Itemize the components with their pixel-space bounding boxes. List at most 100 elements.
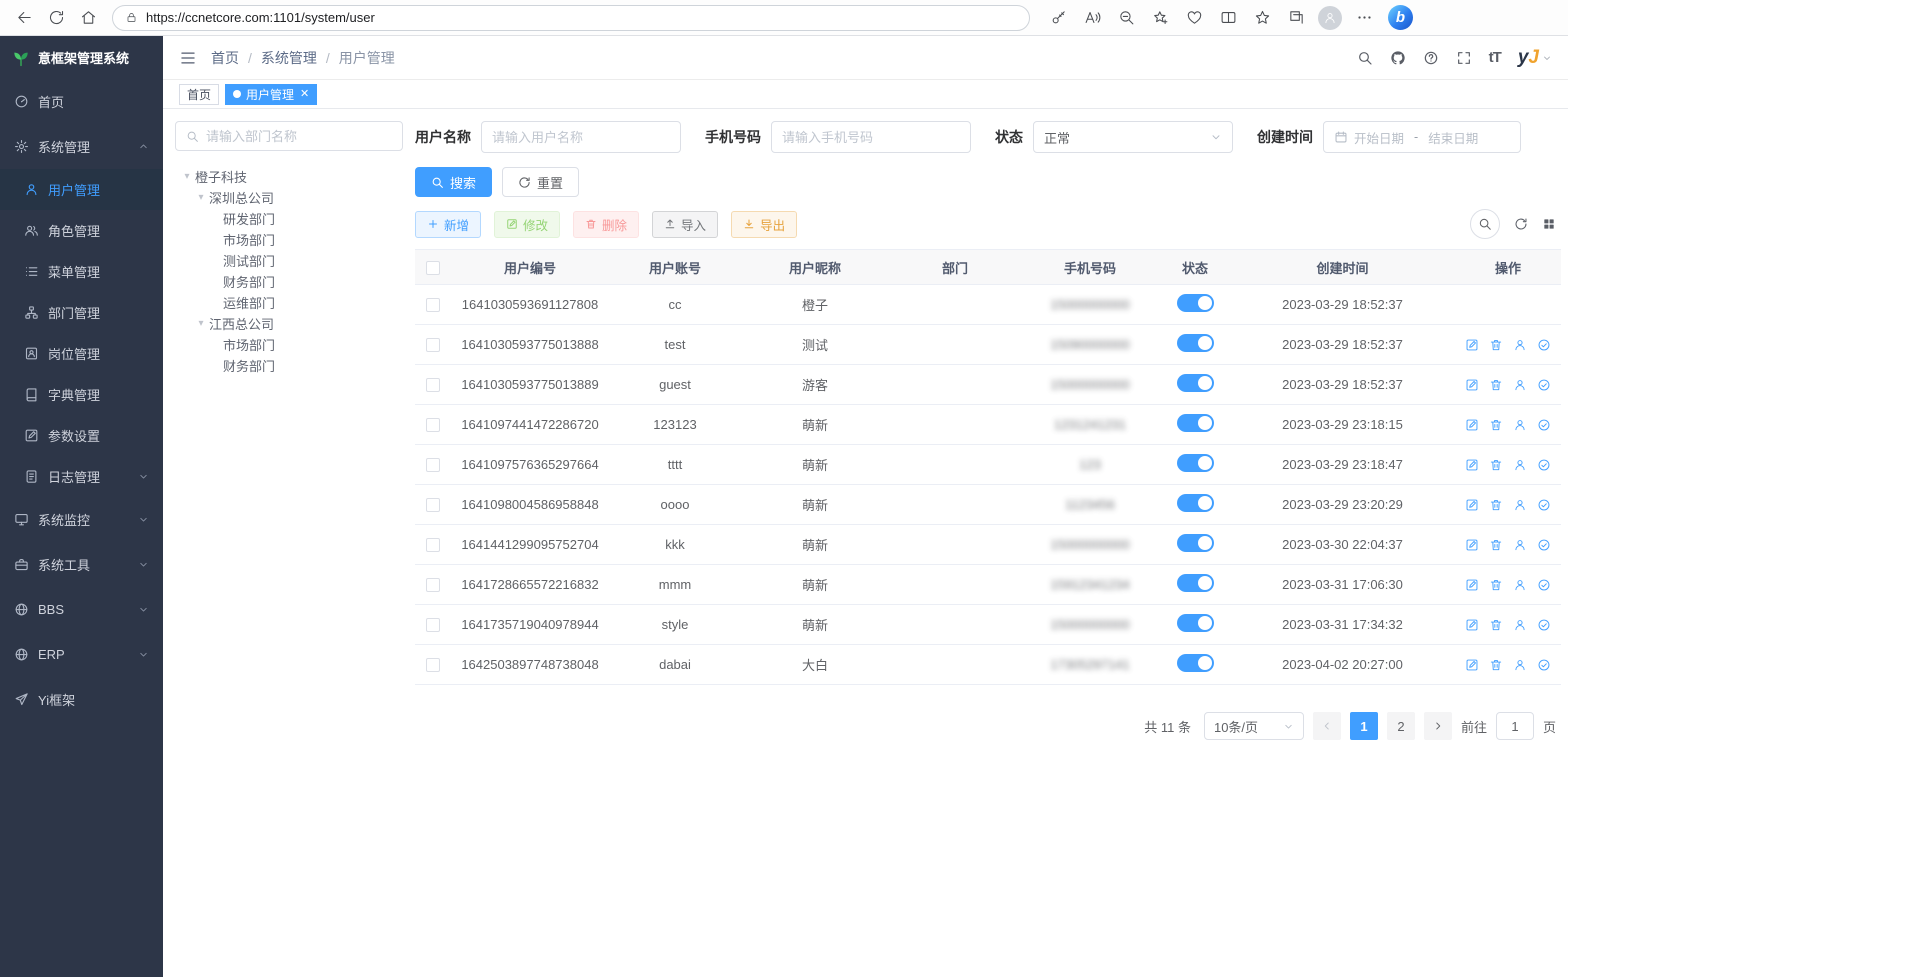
app-logo[interactable]: 意框架管理系统 — [0, 36, 163, 79]
row-reset-password-icon[interactable] — [1513, 538, 1527, 552]
home-button[interactable] — [72, 4, 104, 32]
select-all-checkbox[interactable] — [426, 261, 440, 275]
row-assign-role-icon[interactable] — [1537, 618, 1551, 632]
sidebar-item-home[interactable]: 首页 — [0, 79, 163, 124]
sidebar-item-log-mgmt[interactable]: 日志管理 — [0, 456, 163, 497]
status-toggle[interactable] — [1177, 334, 1214, 352]
row-edit-icon[interactable] — [1465, 338, 1479, 352]
row-checkbox[interactable] — [426, 618, 440, 632]
row-delete-icon[interactable] — [1489, 618, 1503, 632]
close-icon[interactable]: ✕ — [300, 89, 309, 100]
export-button[interactable]: 导出 — [731, 211, 797, 238]
tree-node[interactable]: 市场部门 — [175, 229, 403, 250]
row-assign-role-icon[interactable] — [1537, 378, 1551, 392]
breadcrumb-system-mgmt[interactable]: 系统管理 — [261, 48, 317, 68]
row-assign-role-icon[interactable] — [1537, 458, 1551, 472]
sidebar-item-system-mgmt[interactable]: 系统管理 — [0, 124, 163, 169]
profile-avatar[interactable] — [1318, 6, 1342, 30]
row-edit-icon[interactable] — [1465, 578, 1479, 592]
sidebar-item-system-tools[interactable]: 系统工具 — [0, 542, 163, 587]
row-edit-icon[interactable] — [1465, 418, 1479, 432]
sidebar-item-dict-mgmt[interactable]: 字典管理 — [0, 374, 163, 415]
column-settings-button[interactable] — [1542, 217, 1556, 231]
add-button[interactable]: 新增 — [415, 211, 481, 238]
row-delete-icon[interactable] — [1489, 578, 1503, 592]
row-reset-password-icon[interactable] — [1513, 338, 1527, 352]
refresh-table-button[interactable] — [1514, 217, 1528, 231]
dept-search-input[interactable] — [206, 129, 392, 144]
row-assign-role-icon[interactable] — [1537, 418, 1551, 432]
sidebar-item-user-mgmt[interactable]: 用户管理 — [0, 169, 163, 210]
sidebar-item-yi-framework[interactable]: Yi框架 — [0, 677, 163, 722]
row-reset-password-icon[interactable] — [1513, 498, 1527, 512]
row-assign-role-icon[interactable] — [1537, 578, 1551, 592]
row-checkbox[interactable] — [426, 418, 440, 432]
row-assign-role-icon[interactable] — [1537, 338, 1551, 352]
row-delete-icon[interactable] — [1489, 418, 1503, 432]
row-delete-icon[interactable] — [1489, 378, 1503, 392]
date-range-picker[interactable]: 开始日期 - 结束日期 — [1323, 121, 1521, 153]
tab-home[interactable]: 首页 — [179, 84, 219, 105]
row-checkbox[interactable] — [426, 378, 440, 392]
font-size-button[interactable]: tT — [1489, 49, 1501, 66]
edit-button[interactable]: 修改 — [494, 211, 560, 238]
username-input[interactable] — [492, 130, 670, 145]
tree-node[interactable]: ▾深圳总公司 — [175, 187, 403, 208]
help-button[interactable] — [1423, 50, 1439, 66]
status-toggle[interactable] — [1177, 414, 1214, 432]
row-edit-icon[interactable] — [1465, 658, 1479, 672]
sidebar-item-bbs[interactable]: BBS — [0, 587, 163, 632]
row-checkbox[interactable] — [426, 458, 440, 472]
read-aloud-button[interactable] — [1076, 4, 1108, 32]
row-edit-icon[interactable] — [1465, 618, 1479, 632]
toggle-search-button[interactable] — [1470, 209, 1500, 239]
goto-page-input[interactable] — [1496, 712, 1534, 740]
tree-node[interactable]: 测试部门 — [175, 250, 403, 271]
back-button[interactable] — [8, 4, 40, 32]
fullscreen-button[interactable] — [1456, 50, 1472, 66]
row-delete-icon[interactable] — [1489, 498, 1503, 512]
status-toggle[interactable] — [1177, 534, 1214, 552]
prev-page-button[interactable] — [1313, 712, 1341, 740]
row-delete-icon[interactable] — [1489, 338, 1503, 352]
page-button-1[interactable]: 1 — [1350, 712, 1378, 740]
import-button[interactable]: 导入 — [652, 211, 718, 238]
row-assign-role-icon[interactable] — [1537, 498, 1551, 512]
row-assign-role-icon[interactable] — [1537, 538, 1551, 552]
phone-input[interactable] — [782, 130, 960, 145]
tree-node[interactable]: 财务部门 — [175, 271, 403, 292]
row-edit-icon[interactable] — [1465, 538, 1479, 552]
tab-user-mgmt[interactable]: 用户管理 ✕ — [225, 84, 317, 105]
caret-down-icon[interactable]: ▾ — [179, 171, 195, 182]
zoom-button[interactable] — [1110, 4, 1142, 32]
row-reset-password-icon[interactable] — [1513, 378, 1527, 392]
tree-node[interactable]: 研发部门 — [175, 208, 403, 229]
sidebar-item-system-monitor[interactable]: 系统监控 — [0, 497, 163, 542]
row-checkbox[interactable] — [426, 578, 440, 592]
row-edit-icon[interactable] — [1465, 458, 1479, 472]
status-toggle[interactable] — [1177, 654, 1214, 672]
page-size-select[interactable]: 10条/页 — [1204, 712, 1304, 740]
row-reset-password-icon[interactable] — [1513, 618, 1527, 632]
sidebar-item-menu-mgmt[interactable]: 菜单管理 — [0, 251, 163, 292]
split-screen-button[interactable] — [1212, 4, 1244, 32]
status-toggle[interactable] — [1177, 494, 1214, 512]
header-search-button[interactable] — [1357, 50, 1373, 66]
tree-node[interactable]: 市场部门 — [175, 334, 403, 355]
status-toggle[interactable] — [1177, 454, 1214, 472]
status-toggle[interactable] — [1177, 614, 1214, 632]
collections-button[interactable] — [1280, 4, 1312, 32]
sidebar-item-post-mgmt[interactable]: 岗位管理 — [0, 333, 163, 374]
row-delete-icon[interactable] — [1489, 458, 1503, 472]
row-reset-password-icon[interactable] — [1513, 418, 1527, 432]
row-checkbox[interactable] — [426, 298, 440, 312]
row-checkbox[interactable] — [426, 338, 440, 352]
status-toggle[interactable] — [1177, 574, 1214, 592]
favorites-button[interactable] — [1246, 4, 1278, 32]
row-reset-password-icon[interactable] — [1513, 578, 1527, 592]
status-toggle[interactable] — [1177, 374, 1214, 392]
row-checkbox[interactable] — [426, 658, 440, 672]
add-favorite-button[interactable] — [1144, 4, 1176, 32]
sidebar-item-role-mgmt[interactable]: 角色管理 — [0, 210, 163, 251]
next-page-button[interactable] — [1424, 712, 1452, 740]
